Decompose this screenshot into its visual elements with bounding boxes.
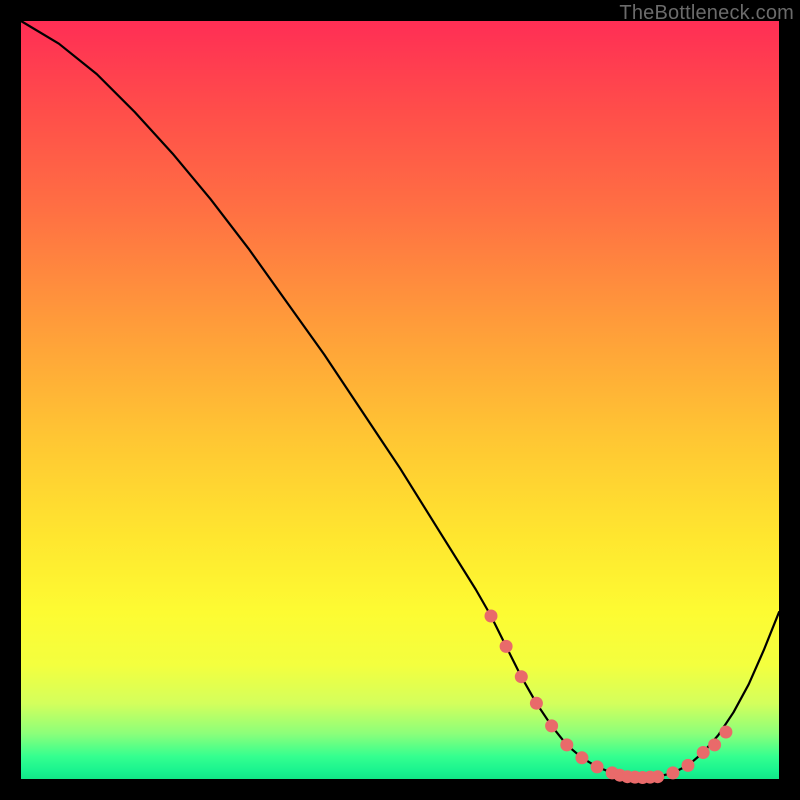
chart-svg (21, 21, 779, 779)
sweet-spot-dot (651, 770, 664, 783)
sweet-spot-dot (515, 670, 528, 683)
sweet-spot-dot (682, 759, 695, 772)
bottleneck-curve (21, 21, 779, 778)
sweet-spot-dot (666, 766, 679, 779)
sweet-spot-dot (545, 719, 558, 732)
sweet-spot-dot (708, 738, 721, 751)
chart-frame: TheBottleneck.com (0, 0, 800, 800)
sweet-spot-dot (697, 746, 710, 759)
sweet-spot-dot (575, 751, 588, 764)
bottleneck-curve-path (21, 21, 779, 778)
sweet-spot-dots (485, 610, 733, 785)
sweet-spot-dot (591, 760, 604, 773)
sweet-spot-dot (530, 697, 543, 710)
sweet-spot-dot (500, 640, 513, 653)
watermark-text: TheBottleneck.com (619, 2, 794, 25)
sweet-spot-dot (485, 610, 498, 623)
sweet-spot-dot (560, 738, 573, 751)
sweet-spot-dot (719, 726, 732, 739)
plot-area (21, 21, 779, 779)
